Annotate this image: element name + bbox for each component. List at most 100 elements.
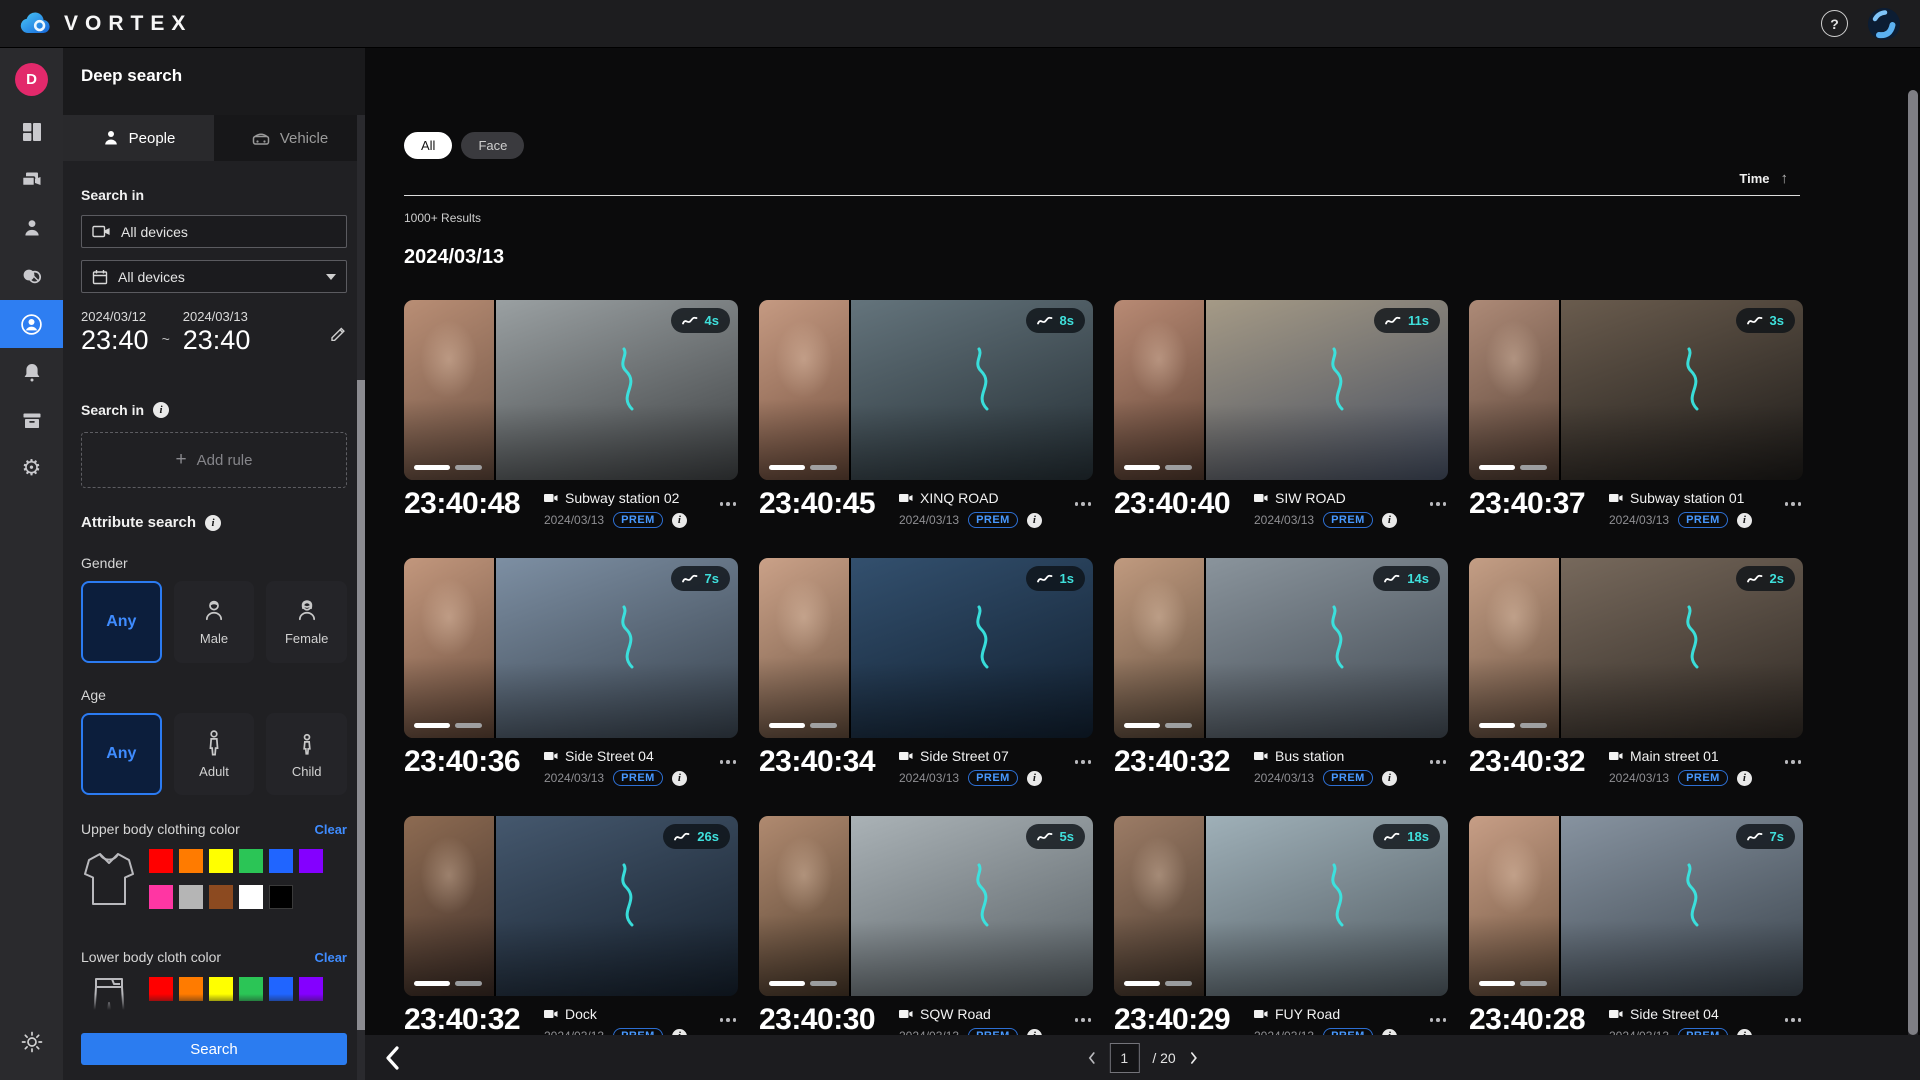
face-thumbnail[interactable]: [759, 816, 849, 996]
result-card[interactable]: 7s 23:40:28 Side Street 04 2024/03/13 PR…: [1469, 816, 1803, 1064]
more-options-button[interactable]: [1075, 760, 1094, 764]
tab-vehicle[interactable]: Vehicle: [214, 115, 365, 161]
chip-face[interactable]: Face: [461, 132, 524, 159]
color-swatch[interactable]: [269, 849, 293, 873]
result-card[interactable]: 1s 23:40:34 Side Street 07 2024/03/13 PR…: [759, 558, 1093, 806]
face-thumbnail[interactable]: [1469, 300, 1559, 480]
more-options-button[interactable]: [1430, 760, 1449, 764]
result-thumbnail[interactable]: 5s: [759, 816, 1093, 996]
color-swatch[interactable]: [149, 849, 173, 873]
theme-toggle-button[interactable]: [0, 1018, 63, 1066]
age-child-button[interactable]: Child: [266, 713, 347, 795]
result-card[interactable]: 5s 23:40:30 SQW Road 2024/03/13 PREM: [759, 816, 1093, 1064]
date-range[interactable]: 2024/03/12 23:40 ~ 2024/03/13 23:40: [81, 309, 347, 354]
sidebar-item-cameras[interactable]: [0, 156, 63, 204]
result-thumbnail[interactable]: 4s: [404, 300, 738, 480]
results-scrollbar[interactable]: [1908, 90, 1918, 1078]
tab-people[interactable]: People: [63, 115, 214, 161]
color-swatch[interactable]: [179, 849, 203, 873]
face-thumbnail[interactable]: [1469, 816, 1559, 996]
face-thumbnail[interactable]: [759, 300, 849, 480]
color-swatch[interactable]: [239, 885, 263, 909]
face-thumbnail[interactable]: [1469, 558, 1559, 738]
face-thumbnail[interactable]: [1114, 558, 1204, 738]
sidebar-item-dashboard[interactable]: [0, 108, 63, 156]
sidebar-item-settings[interactable]: ⚙: [0, 444, 63, 492]
result-thumbnail[interactable]: 26s: [404, 816, 738, 996]
info-icon[interactable]: [153, 402, 169, 418]
info-icon[interactable]: [1737, 771, 1752, 786]
face-thumbnail[interactable]: [1114, 816, 1204, 996]
result-thumbnail[interactable]: 18s: [1114, 816, 1448, 996]
result-card[interactable]: 26s 23:40:32 Dock 2024/03/13 PREM: [404, 816, 738, 1064]
result-thumbnail[interactable]: 7s: [1469, 816, 1803, 996]
devices-field[interactable]: All devices: [81, 215, 347, 248]
face-thumbnail[interactable]: [404, 300, 494, 480]
more-options-button[interactable]: [1075, 502, 1094, 506]
color-swatch[interactable]: [269, 885, 293, 909]
info-icon[interactable]: [1737, 513, 1752, 528]
sidebar-item-reid[interactable]: [0, 252, 63, 300]
gender-male-button[interactable]: Male: [174, 581, 255, 663]
collapse-panel-button[interactable]: [383, 1045, 403, 1071]
result-card[interactable]: 14s 23:40:32 Bus station 2024/03/13 PREM: [1114, 558, 1448, 806]
add-rule-button[interactable]: + Add rule: [81, 432, 347, 488]
result-card[interactable]: 2s 23:40:32 Main street 01 2024/03/13 PR…: [1469, 558, 1803, 806]
info-icon[interactable]: [1027, 771, 1042, 786]
info-icon[interactable]: [205, 515, 221, 531]
info-icon[interactable]: [1382, 513, 1397, 528]
color-swatch[interactable]: [149, 885, 173, 909]
edit-date-button[interactable]: [329, 323, 347, 346]
page-prev-icon[interactable]: [1086, 1051, 1096, 1065]
result-thumbnail[interactable]: 11s: [1114, 300, 1448, 480]
result-thumbnail[interactable]: 14s: [1114, 558, 1448, 738]
color-swatch[interactable]: [179, 885, 203, 909]
search-button[interactable]: Search: [81, 1033, 347, 1065]
result-card[interactable]: 8s 23:40:45 XINQ ROAD 2024/03/13 PREM: [759, 300, 1093, 548]
face-thumbnail[interactable]: [1114, 300, 1204, 480]
face-thumbnail[interactable]: [404, 558, 494, 738]
info-icon[interactable]: [672, 771, 687, 786]
color-swatch[interactable]: [299, 849, 323, 873]
face-thumbnail[interactable]: [404, 816, 494, 996]
result-card[interactable]: 11s 23:40:40 SIW ROAD 2024/03/13 PREM: [1114, 300, 1448, 548]
more-options-button[interactable]: [720, 760, 739, 764]
devices-dropdown[interactable]: All devices: [81, 260, 347, 293]
sidebar-item-archive[interactable]: [0, 396, 63, 444]
face-thumbnail[interactable]: [759, 558, 849, 738]
page-next-icon[interactable]: [1189, 1051, 1199, 1065]
result-thumbnail[interactable]: 2s: [1469, 558, 1803, 738]
sidebar-item-notifications[interactable]: [0, 348, 63, 396]
more-options-button[interactable]: [1430, 502, 1449, 506]
result-card[interactable]: 4s 23:40:48 Subway station 02 2024/03/13…: [404, 300, 738, 548]
more-options-button[interactable]: [1785, 502, 1804, 506]
age-adult-button[interactable]: Adult: [174, 713, 255, 795]
panel-scrollbar[interactable]: [357, 115, 365, 1080]
chip-all[interactable]: All: [404, 132, 452, 159]
sidebar-item-deep-search[interactable]: [0, 300, 63, 348]
result-card[interactable]: 18s 23:40:29 FUY Road 2024/03/13 PREM: [1114, 816, 1448, 1064]
age-any-button[interactable]: Any: [81, 713, 162, 795]
help-icon[interactable]: [1821, 10, 1848, 37]
more-options-button[interactable]: [720, 502, 739, 506]
result-thumbnail[interactable]: 8s: [759, 300, 1093, 480]
user-avatar[interactable]: D: [15, 63, 48, 96]
gender-any-button[interactable]: Any: [81, 581, 162, 663]
info-icon[interactable]: [1382, 771, 1397, 786]
upper-clear-button[interactable]: Clear: [314, 822, 347, 837]
lower-clear-button[interactable]: Clear: [314, 950, 347, 965]
result-card[interactable]: 7s 23:40:36 Side Street 04 2024/03/13 PR…: [404, 558, 738, 806]
page-input[interactable]: 1: [1109, 1043, 1139, 1073]
more-options-button[interactable]: [1785, 760, 1804, 764]
color-swatch[interactable]: [209, 885, 233, 909]
result-thumbnail[interactable]: 7s: [404, 558, 738, 738]
result-card[interactable]: 3s 23:40:37 Subway station 01 2024/03/13…: [1469, 300, 1803, 548]
more-options-button[interactable]: [1785, 1018, 1804, 1022]
more-options-button[interactable]: [1430, 1018, 1449, 1022]
color-swatch[interactable]: [239, 849, 263, 873]
result-thumbnail[interactable]: 3s: [1469, 300, 1803, 480]
more-options-button[interactable]: [720, 1018, 739, 1022]
result-thumbnail[interactable]: 1s: [759, 558, 1093, 738]
sort-control[interactable]: Time ↑: [1739, 170, 1788, 187]
gender-female-button[interactable]: Female: [266, 581, 347, 663]
